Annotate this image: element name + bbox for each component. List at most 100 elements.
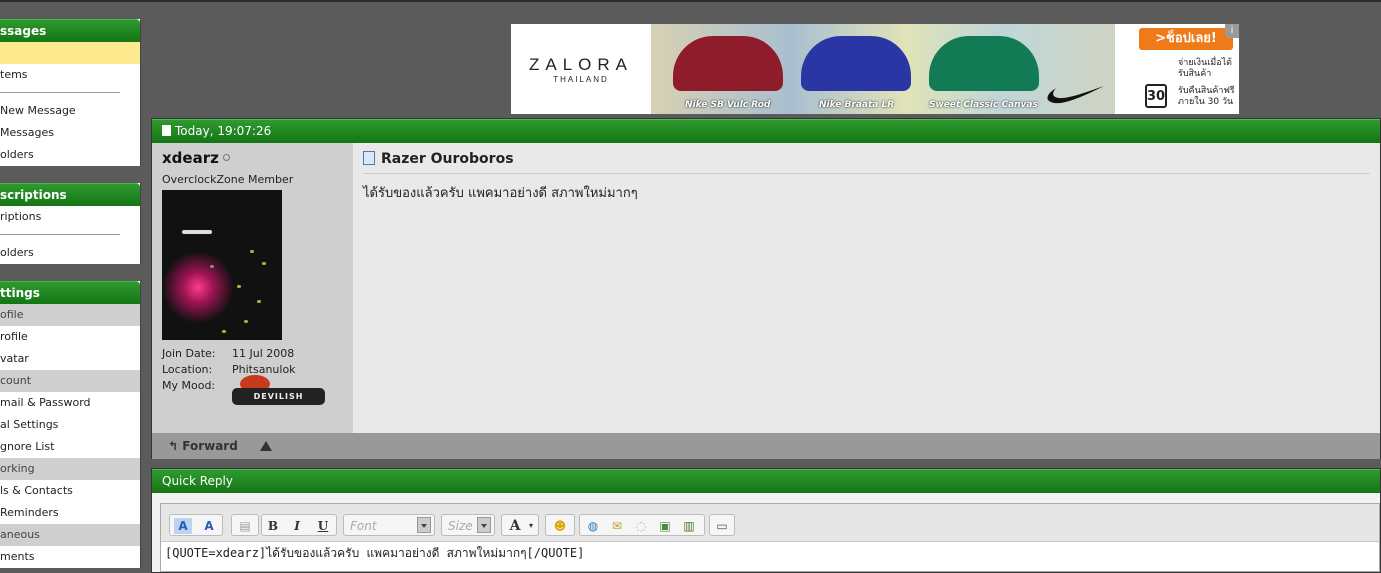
messages-block: ssages tems New Message Messages olders: [0, 19, 141, 166]
sidebar-item-subscriptions[interactable]: riptions: [0, 206, 140, 228]
ad-cta-panel: >ช็อปเลย! จ่ายเงินเมื่อได้ รับสินค้า 30 …: [1115, 24, 1239, 114]
ad-banner[interactable]: ZALORA THAILAND Nike SB Vulc Rod Nike Br…: [511, 24, 1239, 114]
underline-icon[interactable]: U: [314, 518, 332, 534]
paste-icon[interactable]: ▤: [236, 518, 254, 534]
sidebar-item-folders[interactable]: olders: [0, 144, 140, 166]
post-body: ได้รับของแล้วครับ แพคมาอย่างดี สภาพใหม่ม…: [363, 186, 638, 201]
shoe-label: Sweet Classic Canvas: [929, 100, 1038, 110]
reply-textarea[interactable]: [QUOTE=xdearz]ได้รับของแล้วครับ แพคมาอย่…: [161, 542, 1379, 565]
shoe-label: Nike Braata LR: [819, 100, 895, 110]
image-icon[interactable]: ▣: [656, 518, 674, 534]
sidebar-section-profile: ofile: [0, 304, 140, 326]
divider: [0, 228, 140, 242]
mood-icon: DEVILISH: [232, 375, 325, 405]
color-select[interactable]: A ▾: [501, 514, 539, 536]
sidebar-item-avatar[interactable]: vatar: [0, 348, 140, 370]
bold-icon[interactable]: B: [264, 518, 282, 534]
subscriptions-block: scriptions riptions olders: [0, 183, 141, 264]
sidebar-item-sub-folders[interactable]: olders: [0, 242, 140, 264]
usercp-sidebar: ssages tems New Message Messages olders …: [0, 19, 141, 573]
mode-group: A A: [169, 514, 223, 536]
quote-group: ▭: [709, 514, 735, 536]
location-label: Location:: [162, 363, 213, 376]
font-placeholder: Font: [350, 519, 377, 533]
sidebar-item-ignore-list[interactable]: gnore List: [0, 436, 140, 458]
size-select[interactable]: Size: [441, 514, 495, 536]
post-footer: ↰ Forward: [152, 433, 1380, 459]
sidebar-section-networking: orking: [0, 458, 140, 480]
ad-info-icon[interactable]: i: [1225, 24, 1239, 38]
offline-status-icon: [222, 154, 230, 161]
sidebar-item-new-message[interactable]: New Message: [0, 100, 140, 122]
post-content: Razer Ouroboros ได้รับของแล้วครับ แพคมาอ…: [353, 143, 1380, 433]
join-date-label: Join Date:: [162, 347, 216, 360]
quote-icon[interactable]: ▭: [713, 518, 731, 534]
sidebar-item-messages[interactable]: Messages: [0, 122, 140, 144]
ad-brand: ZALORA: [528, 54, 634, 74]
messages-header: ssages: [0, 19, 140, 42]
italic-icon[interactable]: I: [288, 518, 306, 534]
sidebar-item-inbox[interactable]: [0, 42, 140, 64]
video-icon[interactable]: ▥: [680, 518, 698, 534]
sidebar-item-reminders[interactable]: Reminders: [0, 502, 140, 524]
sidebar-item-email-password[interactable]: mail & Password: [0, 392, 140, 414]
join-date-value: 11 Jul 2008: [232, 347, 295, 360]
sidebar-section-miscellaneous: aneous: [0, 524, 140, 546]
sidebar-section-account: count: [0, 370, 140, 392]
post-title-text: Razer Ouroboros: [381, 151, 514, 167]
font-select[interactable]: Font: [343, 514, 435, 536]
ad-brand-sub: THAILAND: [553, 74, 609, 84]
nike-swoosh-icon: [1047, 86, 1104, 104]
paste-group: ▤: [231, 514, 259, 536]
link-icon[interactable]: ◍: [584, 518, 602, 534]
sidebar-item-friends-contacts[interactable]: ls & Contacts: [0, 480, 140, 502]
chevron-down-icon[interactable]: ▾: [522, 518, 540, 534]
sidebar-item-general-settings[interactable]: al Settings: [0, 414, 140, 436]
ad-shoes-panel: Nike SB Vulc Rod Nike Braata LR Sweet Cl…: [651, 24, 1115, 114]
shop-now-button[interactable]: >ช็อปเลย!: [1139, 28, 1233, 50]
smilie-group: ☻: [545, 514, 575, 536]
shoe-image-red: [673, 36, 783, 91]
smilie-icon[interactable]: ☻: [551, 518, 569, 534]
return-text: รับคืนสินค้าฟรี ภายใน 30 วัน: [1178, 86, 1235, 107]
username-link[interactable]: xdearz: [162, 149, 343, 167]
chevron-down-icon[interactable]: [417, 517, 431, 533]
post-header: Today, 19:07:26: [152, 119, 1380, 143]
chevron-down-icon[interactable]: [477, 517, 491, 533]
shoe-label: Nike SB Vulc Rod: [685, 100, 771, 110]
insert-group: ◍ ✉ ◌ ▣ ▥: [579, 514, 705, 536]
reply-editor: A A ▤ B I U Font Size A ▾ ☻ ◍ ✉ ◌ ▣ ▥ ▭ …: [160, 503, 1380, 572]
sidebar-item-attachments[interactable]: ments: [0, 546, 140, 568]
user-title: OverclockZone Member: [162, 173, 294, 186]
quick-reply-panel: Quick Reply A A ▤ B I U Font Size A ▾ ☻ …: [151, 468, 1381, 573]
divider: [0, 86, 140, 100]
shoe-image-blue: [801, 36, 911, 91]
quick-reply-header: Quick Reply: [152, 469, 1380, 493]
shoe-image-green: [929, 36, 1039, 91]
post-title-doc-icon: [363, 151, 375, 165]
mood-value: DEVILISH: [232, 388, 325, 405]
sidebar-item-tracked[interactable]: tems: [0, 64, 140, 86]
size-placeholder: Size: [448, 519, 473, 533]
forward-label[interactable]: Forward: [182, 439, 238, 453]
remove-format-icon[interactable]: A: [200, 518, 218, 534]
forward-button[interactable]: ↰ Forward: [168, 439, 238, 453]
calendar-icon: 30: [1145, 84, 1167, 108]
mood-label: My Mood:: [162, 379, 216, 392]
settings-block: ttings ofile rofile vatar count mail & P…: [0, 281, 141, 568]
format-group: B I U: [261, 514, 337, 536]
sidebar-item-edit-profile[interactable]: rofile: [0, 326, 140, 348]
report-warning-icon[interactable]: [260, 441, 272, 451]
username-text[interactable]: xdearz: [162, 149, 219, 167]
avatar[interactable]: [162, 190, 282, 340]
subscriptions-header: scriptions: [0, 183, 140, 206]
post-title: Razer Ouroboros: [363, 151, 1370, 174]
forward-arrow-icon: ↰: [168, 439, 183, 453]
settings-header: ttings: [0, 281, 140, 304]
post-doc-icon: [162, 125, 171, 136]
email-icon[interactable]: ✉: [608, 518, 626, 534]
unlink-icon[interactable]: ◌: [632, 518, 650, 534]
post-timestamp: Today, 19:07:26: [175, 124, 272, 138]
top-border: [0, 0, 1381, 2]
wysiwyg-toggle-icon[interactable]: A: [174, 518, 192, 534]
